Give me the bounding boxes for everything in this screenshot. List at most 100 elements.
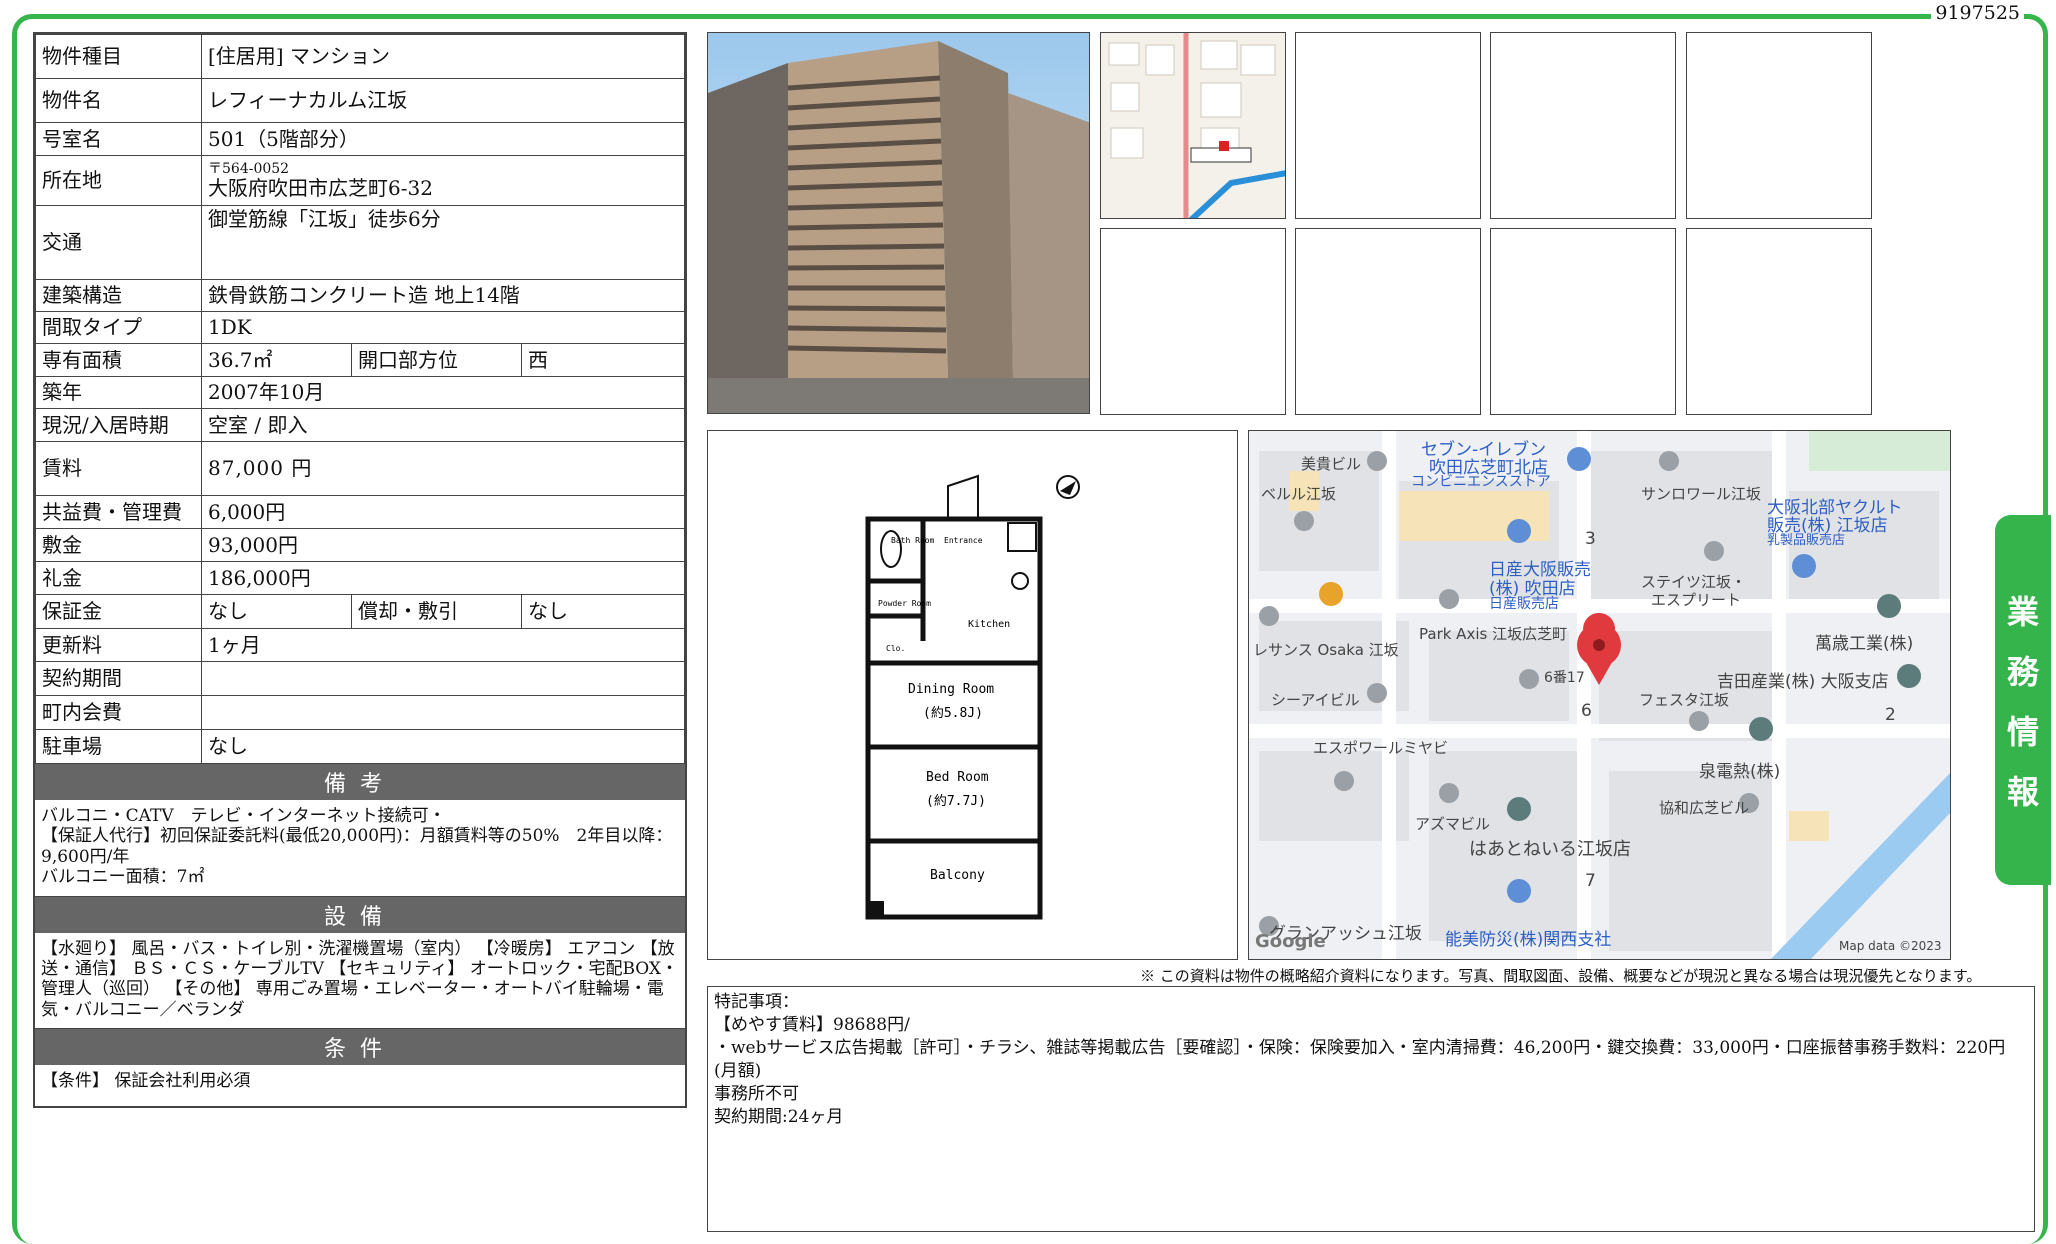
type-label: 物件種目 — [35, 34, 202, 79]
side-tab-char: 情 — [2006, 713, 2039, 751]
google-logo: Google — [1255, 931, 1326, 952]
area-map[interactable]: 美貴ビル セブン-イレブン 吹田広芝町北店 コンビニエンスストア ベルル江坂 サ… — [1248, 430, 1951, 960]
map-label: 萬歳工業(株) — [1815, 634, 1914, 654]
photo-thumbnail-empty[interactable] — [1490, 32, 1676, 219]
amort-label: 償却・敷引 — [351, 594, 522, 629]
photo-thumbnail-empty[interactable] — [1100, 228, 1286, 415]
map-label: 2 — [1885, 705, 1896, 725]
layout-label: 間取タイプ — [35, 311, 202, 344]
photo-thumbnail-empty[interactable] — [1686, 32, 1872, 219]
special-notes-line: 契約期間:24ヶ月 — [714, 1106, 844, 1127]
dining-size: (約5.8J) — [923, 706, 983, 721]
layout-value: 1DK — [201, 311, 685, 344]
closet-label: Clo. — [886, 644, 905, 653]
side-tab-business-info[interactable]: 業 務 情 報 — [1995, 515, 2051, 885]
side-tab-char: 報 — [2006, 773, 2039, 811]
facing-label: 開口部方位 — [351, 343, 522, 377]
structure-label: 建築構造 — [35, 279, 202, 312]
map-attribution: Map data ©2023 — [1839, 939, 1942, 953]
conditions-body: 【条件】 保証会社利用必須 — [41, 1071, 251, 1092]
bedroom-label: Bed Room — [926, 770, 989, 785]
keymoney-label: 礼金 — [35, 561, 202, 595]
map-label: 泉電熱(株) — [1699, 762, 1781, 782]
address-label: 所在地 — [35, 155, 202, 206]
north-arrow-icon — [1056, 475, 1080, 499]
parking-label: 駐車場 — [35, 729, 202, 764]
map-label: 吉田産業(株) 大阪支店 — [1717, 672, 1889, 692]
bedroom-size: (約7.7J) — [926, 794, 986, 809]
built-label: 築年 — [35, 376, 202, 409]
remarks-line: バルコニ・CATV テレビ・インターネット接続可・ — [41, 806, 446, 826]
map-label: サンロワール江坂 — [1641, 485, 1762, 503]
map-label: コンビニエンスストア — [1411, 474, 1551, 490]
entrance-label: Entrance — [944, 536, 983, 545]
map-label: 乳製品販売店 — [1767, 533, 1846, 548]
status-value: 空室 / 即入 — [201, 408, 685, 442]
property-spec-panel: 物件種目 [住居用] マンション 物件名 レフィーナカルム江坂 号室名 501（… — [33, 32, 687, 1108]
postal-code: 〒564-0052 — [208, 160, 290, 177]
keymoney-value: 186,000円 — [201, 561, 685, 595]
renewal-value: 1ヶ月 — [201, 628, 685, 662]
map-label: エスプリート — [1651, 591, 1742, 609]
map-label: ベルル江坂 — [1261, 485, 1337, 503]
facilities-body: 【水廻り】 風呂・バス・トイレ別・洗濯機置場（室内） 【冷暖房】 エアコン 【放… — [35, 933, 685, 1030]
map-label: 協和広芝ビル — [1659, 799, 1750, 817]
mgmt-value: 6,000円 — [201, 495, 685, 529]
room-value: 501（5階部分） — [201, 122, 685, 156]
rent-value: 87,000 円 — [201, 441, 685, 496]
kitchen-label: Kitchen — [968, 619, 1010, 630]
map-label: フェスタ江坂 — [1639, 691, 1730, 709]
building-photo[interactable] — [707, 32, 1090, 414]
address-value: 大阪府吹田市広芝町6-32 — [208, 176, 433, 201]
amort-value: なし — [521, 594, 685, 629]
transport-value: 御堂筋線「江坂」徒歩6分 — [201, 205, 685, 280]
floor-plan[interactable]: Bath Room Entrance Powder Room Kitchen C… — [707, 430, 1238, 960]
transport-label: 交通 — [35, 205, 202, 280]
guarantee-label: 保証金 — [35, 594, 202, 629]
location-map-thumbnail[interactable] — [1100, 32, 1286, 219]
side-tab-char: 務 — [2006, 653, 2039, 691]
room-label: 号室名 — [35, 122, 202, 156]
guarantee-value: なし — [201, 594, 352, 629]
parking-value: なし — [201, 729, 685, 764]
area-value: 36.7㎡ — [201, 343, 352, 377]
rent-label: 賃料 — [35, 441, 202, 496]
photo-thumbnail-empty[interactable] — [1295, 32, 1481, 219]
map-label: アズマビル — [1415, 815, 1491, 833]
name-label: 物件名 — [35, 78, 202, 123]
special-notes-line: 事務所不可 — [714, 1083, 799, 1104]
document-number: 9197525 — [1931, 2, 2024, 24]
floor-plan-drawing: Bath Room Entrance Powder Room Kitchen C… — [865, 474, 1080, 920]
dining-label: Dining Room — [908, 682, 994, 697]
special-notes-line: ・webサービス広告掲載［許可］・チラシ、雑誌等掲載広告［要確認］・保険：保険要… — [714, 1037, 2006, 1081]
map-label: 美貴ビル — [1301, 455, 1362, 473]
facilities-header: 設備 — [35, 896, 685, 933]
type-value: [住居用] マンション — [201, 34, 685, 79]
map-label: シーアイビル — [1271, 691, 1360, 709]
map-label: 7 — [1585, 871, 1596, 891]
deposit-value: 93,000円 — [201, 528, 685, 562]
conditions-header: 条件 — [35, 1029, 685, 1066]
disclaimer: ※ この資料は物件の概略紹介資料になります。写真、間取図面、設備、概要などが現況… — [1140, 967, 1982, 985]
side-tab-char: 業 — [2006, 593, 2039, 631]
map-label: 6 — [1581, 701, 1592, 721]
photo-thumbnail-empty[interactable] — [1295, 228, 1481, 415]
structure-value: 鉄骨鉄筋コンクリート造 地上14階 — [201, 279, 685, 312]
bath-label: Bath Room — [891, 536, 935, 545]
map-label: 日産販売店 — [1489, 596, 1559, 612]
renewal-label: 更新料 — [35, 628, 202, 662]
map-label: はあとねいる江坂店 — [1469, 839, 1631, 860]
photo-thumbnail-empty[interactable] — [1686, 228, 1872, 415]
map-label: 6番17 — [1544, 670, 1585, 686]
powder-label: Powder Room — [878, 599, 931, 608]
name-value: レフィーナカルム江坂 — [201, 78, 685, 123]
remarks-body: バルコニ・CATV テレビ・インターネット接続可・ 【保証人代行】初回保証委託料… — [35, 800, 685, 897]
building-photo-image — [708, 33, 1089, 413]
map-label: エスポワールミヤビ — [1313, 739, 1449, 757]
mgmt-label: 共益費・管理費 — [35, 495, 202, 529]
special-notes: 特記事項： 【めやす賃料】98688円/ ・webサービス広告掲載［許可］・チラ… — [707, 986, 2035, 1232]
special-notes-line: 【めやす賃料】98688円/ — [714, 1014, 910, 1035]
map-label: 3 — [1585, 529, 1596, 549]
map-label: Park Axis 江坂広芝町 — [1419, 625, 1568, 643]
photo-thumbnail-empty[interactable] — [1490, 228, 1676, 415]
